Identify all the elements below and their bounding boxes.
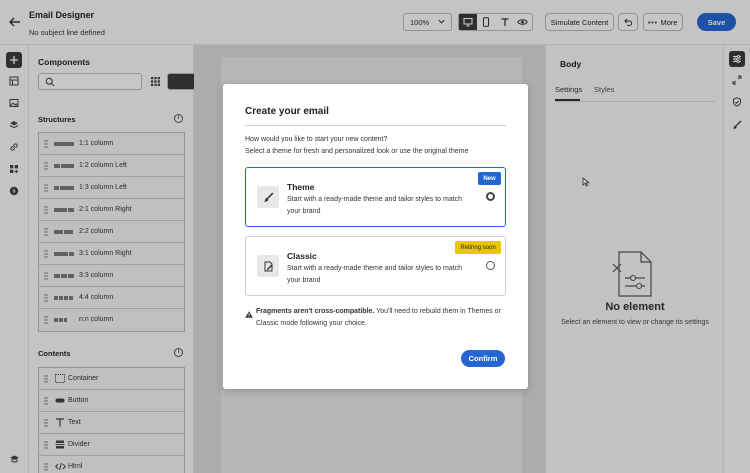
warning-bold-text: Fragments aren't cross-compatible. [256, 308, 375, 315]
theme-option-name: Theme [287, 182, 315, 192]
confirm-button[interactable]: Confirm [461, 350, 505, 367]
classic-option-radio[interactable] [486, 261, 495, 270]
theme-option-icon-box [257, 186, 279, 208]
classic-option-card[interactable]: Classic Start with a ready-made theme an… [245, 236, 506, 296]
retiring-soon-badge: Retiring soon [455, 241, 501, 254]
alert-triangle-icon [245, 311, 253, 318]
dialog-description-line1: How would you like to start your new con… [245, 136, 388, 143]
theme-option-radio[interactable] [486, 192, 495, 201]
classic-option-name: Classic [287, 251, 317, 261]
create-email-dialog: Create your email How would you like to … [223, 84, 528, 389]
document-edit-icon [264, 261, 272, 271]
dialog-divider [245, 125, 506, 126]
classic-option-description: Start with a ready-made theme and tailor… [287, 265, 463, 284]
email-designer-app: Email Designer No subject line defined 1… [0, 0, 750, 473]
classic-option-icon-box [257, 255, 279, 277]
theme-option-card[interactable]: Theme Start with a ready-made theme and … [245, 167, 506, 227]
brush-icon [263, 192, 273, 202]
theme-option-description: Start with a ready-made theme and tailor… [287, 196, 463, 215]
dialog-title: Create your email [245, 106, 329, 117]
dialog-description-line2: Select a theme for fresh and personalize… [245, 148, 469, 155]
new-badge: New [478, 172, 501, 185]
compatibility-warning: Fragments aren't cross-compatible. You'l… [256, 306, 511, 330]
